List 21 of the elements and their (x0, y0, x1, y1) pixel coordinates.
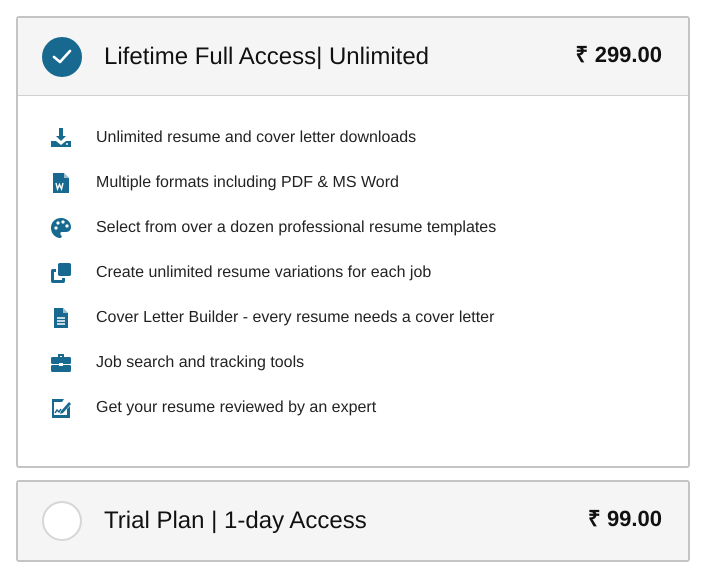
feature-text: Multiple formats including PDF & MS Word (96, 173, 399, 193)
feature-text: Create unlimited resume variations for each job (96, 263, 432, 283)
plan-card[interactable]: Trial Plan | 1-day Access ₹ 99.00 (16, 480, 690, 562)
radio-button[interactable] (42, 36, 82, 76)
copy-icon (50, 262, 72, 284)
feature-text: Unlimited resume and cover letter downloads (96, 128, 416, 148)
plan-title: Lifetime Full Access| Unlimited (104, 42, 430, 72)
word-document-icon (50, 172, 72, 194)
plan-price: ₹ 99.00 (588, 505, 662, 533)
feature-text: Cover Letter Builder - every resume needs a cover letter (96, 308, 494, 328)
download-icon (50, 127, 72, 149)
feature-text: Get your resume reviewed by an expert (96, 398, 376, 418)
plan-price: ₹ 299.00 (576, 41, 662, 69)
check-icon (52, 48, 72, 64)
signature-icon (50, 397, 72, 419)
feature-text: Job search and tracking tools (96, 353, 304, 373)
briefcase-icon (50, 352, 72, 374)
palette-icon (50, 217, 72, 239)
feature-text: Select from over a dozen professional resume templates (96, 218, 496, 238)
plan-card[interactable] (16, 16, 690, 468)
plan-title: Trial Plan | 1-day Access (104, 506, 368, 536)
